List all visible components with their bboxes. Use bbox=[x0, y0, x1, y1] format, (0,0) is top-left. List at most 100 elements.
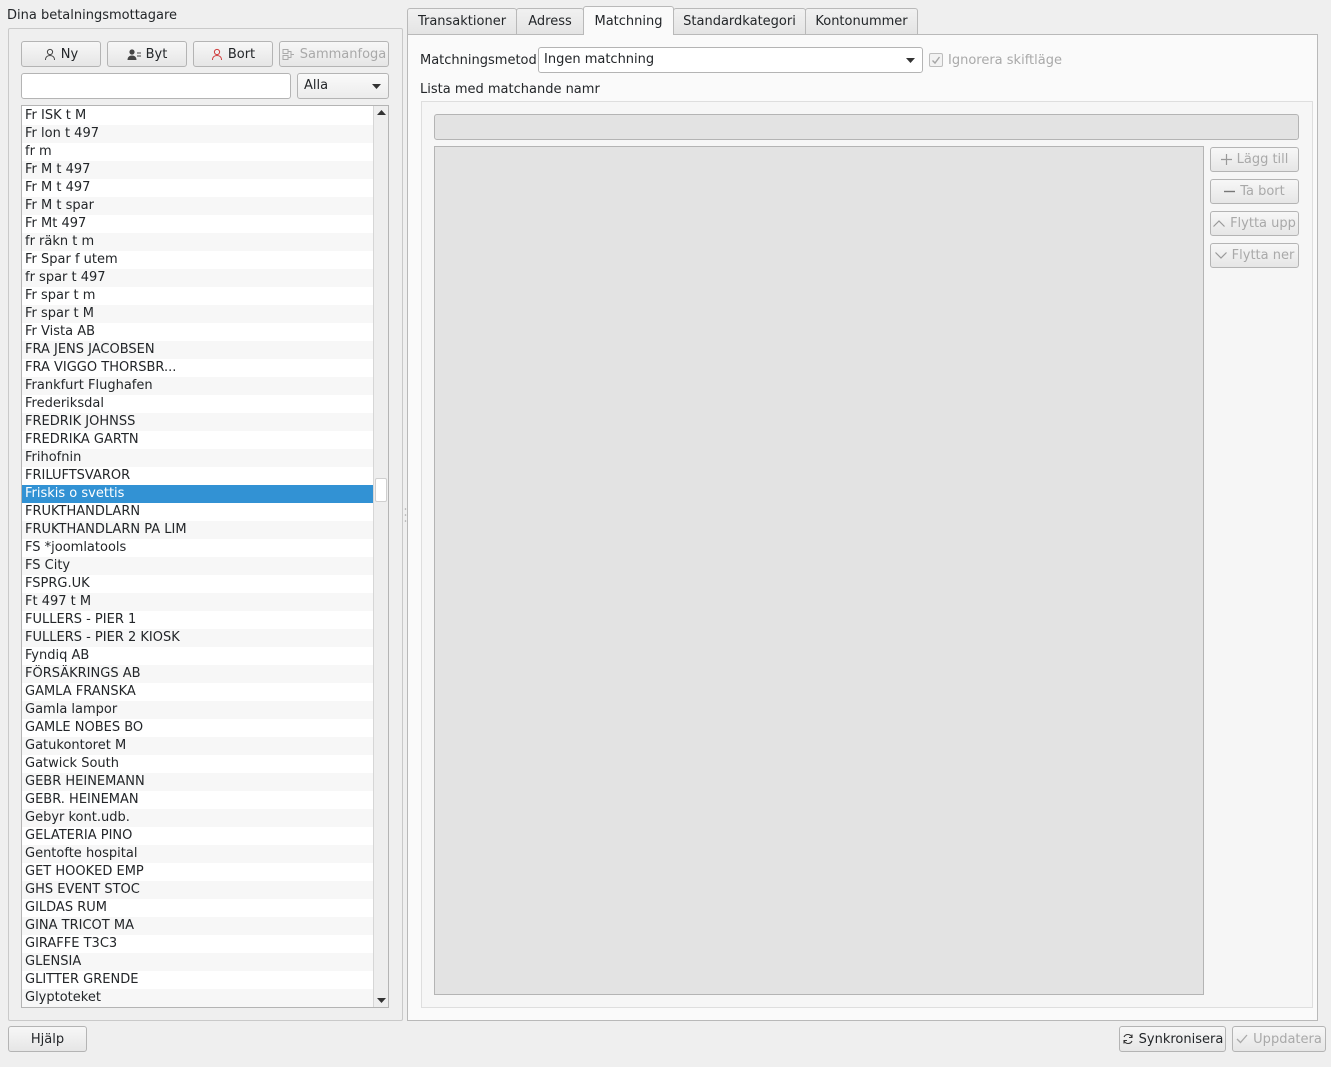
payee-list-item[interactable]: GHS EVENT STOC bbox=[22, 881, 374, 899]
tab-kontonummer[interactable]: Kontonummer bbox=[805, 8, 918, 34]
payee-list-item[interactable]: FRUKTHANDLARN PA LIM bbox=[22, 521, 374, 539]
checkmark-icon bbox=[932, 56, 941, 65]
payee-list-item[interactable]: FSPRG.UK bbox=[22, 575, 374, 593]
matching-method-label: Matchningsmetod bbox=[420, 53, 537, 68]
payee-list-item[interactable]: Fr lon t 497 bbox=[22, 125, 374, 143]
payee-list-item[interactable]: Fr Mt 497 bbox=[22, 215, 374, 233]
matching-method-select[interactable]: Ingen matchning bbox=[538, 47, 923, 73]
update-label: Uppdatera bbox=[1253, 1031, 1322, 1047]
payee-list-item[interactable]: Glyptoteket bbox=[22, 989, 374, 1007]
payee-list-item[interactable]: GEBR. HEINEMAN bbox=[22, 791, 374, 809]
payee-filter-select[interactable]: Alla bbox=[297, 73, 389, 99]
payee-list-item[interactable]: Friskis o svettis bbox=[22, 485, 374, 503]
matching-name-input[interactable] bbox=[434, 114, 1299, 140]
payee-list-item[interactable]: FULLERS - PIER 2 KIOSK bbox=[22, 629, 374, 647]
payee-list-item[interactable]: GLENSIA bbox=[22, 953, 374, 971]
move-up-label: Flytta upp bbox=[1230, 216, 1296, 231]
new-payee-label: Ny bbox=[60, 46, 79, 62]
scrollbar-thumb[interactable] bbox=[375, 478, 387, 502]
payee-list-item[interactable]: FREDRIK JOHNSS bbox=[22, 413, 374, 431]
payee-list-item[interactable]: Fr Spar f utem bbox=[22, 251, 374, 269]
payee-list-item[interactable]: Fr spar t m bbox=[22, 287, 374, 305]
payee-list-item[interactable]: GLITTER GRENDE bbox=[22, 971, 374, 989]
payee-list[interactable]: Fr ISK t M Fr lon t 497 fr m Fr M t 497 Fr M… bbox=[21, 105, 389, 1008]
payee-list-item[interactable]: Fr M t 497 bbox=[22, 161, 374, 179]
tab-transaktioner[interactable]: Transaktioner bbox=[407, 8, 517, 34]
payee-list-item[interactable]: FS City bbox=[22, 557, 374, 575]
help-button[interactable]: Hjälp bbox=[8, 1026, 87, 1052]
payees-panel-title: Dina betalningsmottagare bbox=[7, 8, 178, 23]
new-payee-button[interactable]: Ny bbox=[21, 41, 101, 67]
checkmark-icon bbox=[1236, 1034, 1248, 1044]
payee-list-item[interactable]: fr spar t 497 bbox=[22, 269, 374, 287]
payee-list-item[interactable]: Gatwick South bbox=[22, 755, 374, 773]
add-match-label: Lägg till bbox=[1236, 152, 1289, 167]
payee-list-item[interactable]: Frankfurt Flughafen bbox=[22, 377, 374, 395]
payee-list-item[interactable]: Fr Vista AB bbox=[22, 323, 374, 341]
payee-list-item[interactable]: Frihofnin bbox=[22, 449, 374, 467]
move-down-label: Flytta ner bbox=[1231, 248, 1295, 263]
remove-match-button[interactable]: Ta bort bbox=[1210, 179, 1299, 204]
payee-list-item[interactable]: GET HOOKED EMP bbox=[22, 863, 374, 881]
add-match-button[interactable]: Lägg till bbox=[1210, 147, 1299, 172]
switch-payee-button[interactable]: Byt bbox=[107, 41, 187, 67]
payee-list-item[interactable]: Ft 497 t M bbox=[22, 593, 374, 611]
payee-list-item[interactable]: Fyndiq AB bbox=[22, 647, 374, 665]
tab-standardkategori[interactable]: Standardkategori bbox=[673, 8, 806, 34]
refresh-icon bbox=[1123, 1033, 1133, 1045]
scroll-up-icon[interactable] bbox=[377, 110, 386, 115]
payee-rows: Fr ISK t M Fr lon t 497 fr m Fr M t 497 Fr M… bbox=[22, 107, 374, 1007]
payee-list-item[interactable]: Gentofte hospital bbox=[22, 845, 374, 863]
payee-list-item[interactable]: GAMLA FRANSKA bbox=[22, 683, 374, 701]
merge-payees-button[interactable]: Sammanfoga bbox=[279, 41, 389, 67]
payee-list-item[interactable]: Fr spar t M bbox=[22, 305, 374, 323]
minus-icon bbox=[1224, 190, 1236, 193]
payee-list-item[interactable]: Gatukontoret M bbox=[22, 737, 374, 755]
sync-label: Synkronisera bbox=[1138, 1031, 1224, 1047]
payee-list-item[interactable]: GINA TRICOT MA bbox=[22, 917, 374, 935]
payee-list-item[interactable]: Fr M t 497 bbox=[22, 179, 374, 197]
payee-list-item[interactable]: GEBR HEINEMANN bbox=[22, 773, 374, 791]
matching-names-list-label: Lista med matchande namr bbox=[420, 82, 600, 97]
update-button[interactable]: Uppdatera bbox=[1232, 1026, 1326, 1052]
sync-button[interactable]: Synkronisera bbox=[1119, 1026, 1226, 1052]
remove-payee-button[interactable]: Bort bbox=[193, 41, 273, 67]
matching-names-list[interactable] bbox=[434, 146, 1204, 995]
scroll-down-icon[interactable] bbox=[377, 998, 386, 1003]
payee-list-item[interactable]: GELATERIA PINO bbox=[22, 827, 374, 845]
payee-list-item[interactable]: Fr ISK t M bbox=[22, 107, 374, 125]
tab-adress[interactable]: Adress bbox=[516, 8, 584, 34]
payee-list-item[interactable]: FRA VIGGO THORSBR... bbox=[22, 359, 374, 377]
payee-list-item[interactable]: FRA JENS JACOBSEN bbox=[22, 341, 374, 359]
remove-match-label: Ta bort bbox=[1240, 184, 1285, 199]
payee-list-item[interactable]: Fr M t spar bbox=[22, 197, 374, 215]
move-down-button[interactable]: Flytta ner bbox=[1210, 243, 1299, 268]
payee-list-item[interactable]: FS *joomlatools bbox=[22, 539, 374, 557]
payee-search-input[interactable] bbox=[21, 73, 291, 99]
payee-list-item[interactable]: FRILUFTSVAROR bbox=[22, 467, 374, 485]
payee-list-item[interactable]: FRUKTHANDLARN bbox=[22, 503, 374, 521]
merge-icon bbox=[282, 48, 294, 60]
payee-list-item[interactable]: Gebyr kont.udb. bbox=[22, 809, 374, 827]
payee-list-scrollbar[interactable] bbox=[373, 106, 388, 1007]
payee-list-item[interactable]: FÖRSÄKRINGS AB bbox=[22, 665, 374, 683]
chevron-down-icon bbox=[1214, 252, 1227, 259]
chevron-down-icon bbox=[906, 58, 915, 63]
move-up-button[interactable]: Flytta upp bbox=[1210, 211, 1299, 236]
payee-list-item[interactable]: fr m bbox=[22, 143, 374, 161]
payee-list-item[interactable]: Gamla lampor bbox=[22, 701, 374, 719]
payee-list-item[interactable]: FULLERS - PIER 1 bbox=[22, 611, 374, 629]
payee-list-item[interactable]: fr räkn t m bbox=[22, 233, 374, 251]
payee-list-item[interactable]: GIRAFFE T3C3 bbox=[22, 935, 374, 953]
payee-list-item[interactable]: FREDRIKA GARTN bbox=[22, 431, 374, 449]
tab-matchning[interactable]: Matchning bbox=[583, 6, 674, 35]
plus-icon bbox=[1220, 154, 1232, 165]
payee-list-item[interactable]: Frederiksdal bbox=[22, 395, 374, 413]
ignore-case-label: Ignorera skiftläge bbox=[948, 53, 1062, 68]
chevron-down-icon bbox=[372, 84, 381, 89]
ignore-case-checkbox[interactable] bbox=[929, 53, 943, 67]
remove-user-icon bbox=[211, 48, 222, 60]
payee-list-item[interactable]: GAMLE NOBES BO bbox=[22, 719, 374, 737]
payee-list-item[interactable]: GILDAS RUM bbox=[22, 899, 374, 917]
add-user-icon bbox=[44, 48, 55, 60]
